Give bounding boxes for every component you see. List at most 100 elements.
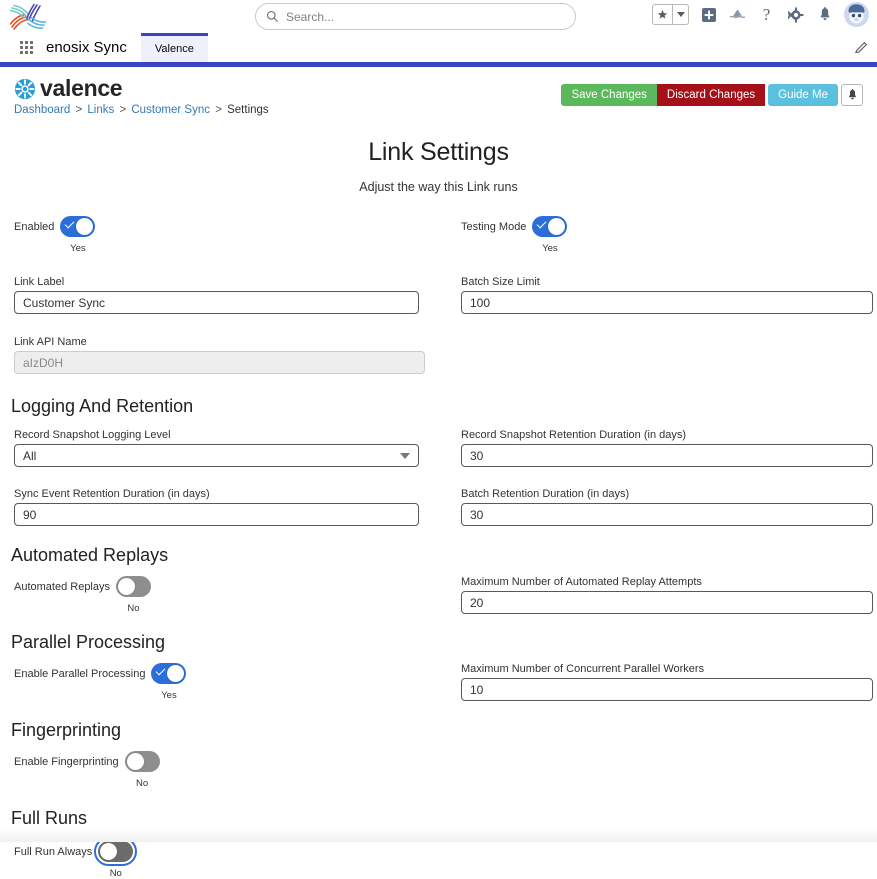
breadcrumb-item-dashboard[interactable]: Dashboard — [14, 104, 70, 116]
link-label-label: Link Label — [14, 276, 65, 288]
parallel-processing-toggle-group: Enable Parallel Processing Yes — [14, 663, 452, 701]
favorites-dropdown-icon[interactable] — [673, 5, 688, 24]
max-workers-input[interactable]: 10 — [461, 678, 873, 701]
automated-replays-state: No — [127, 603, 140, 614]
valence-notifications-button[interactable] — [841, 84, 863, 106]
search-input[interactable]: Search... — [255, 3, 576, 30]
setup-gear-icon[interactable] — [786, 5, 805, 24]
sync-event-retention-input[interactable]: 90 — [14, 503, 419, 526]
breadcrumb-item-links[interactable]: Links — [87, 104, 114, 116]
automated-replays-toggle[interactable] — [116, 576, 151, 597]
breadcrumb-separator: > — [215, 104, 222, 116]
org-logo[interactable] — [4, 2, 50, 32]
guide-me-button[interactable]: Guide Me — [768, 84, 838, 106]
parallel-processing-section-heading: Parallel Processing — [11, 632, 166, 652]
trailhead-icon[interactable] — [728, 5, 747, 24]
link-label-input[interactable]: Customer Sync — [14, 291, 419, 314]
enabled-field-group: Enabled Yes — [14, 216, 452, 254]
batch-size-limit-input[interactable]: 100 — [461, 291, 873, 314]
discard-changes-button[interactable]: Discard Changes — [656, 84, 766, 106]
batch-size-limit-label: Batch Size Limit — [461, 276, 540, 288]
page-title: Link Settings — [368, 138, 509, 166]
full-runs-section-heading: Full Runs — [11, 808, 88, 828]
settings-form: Enabled Yes Testing Mode Yes Link Label … — [0, 216, 877, 879]
record-snapshot-retention-label: Record Snapshot Retention Duration (in d… — [461, 429, 687, 441]
max-replay-attempts-field-group: Maximum Number of Automated Replay Attem… — [452, 576, 877, 614]
testing-mode-toggle[interactable] — [532, 216, 568, 237]
tab-valence[interactable]: Valence — [140, 33, 208, 62]
full-run-always-toggle[interactable] — [98, 841, 134, 862]
breadcrumb-item-customer-sync[interactable]: Customer Sync — [131, 104, 210, 116]
parallel-processing-label: Enable Parallel Processing — [14, 668, 146, 680]
save-changes-button[interactable]: Save Changes — [561, 84, 657, 106]
app-launcher-waffle-icon[interactable] — [15, 33, 37, 62]
pencil-edit-icon — [854, 41, 868, 53]
parallel-processing-toggle[interactable] — [151, 663, 187, 684]
fingerprinting-state: No — [136, 778, 149, 789]
fingerprinting-label: Enable Fingerprinting — [14, 756, 119, 768]
favorites-group[interactable] — [652, 4, 689, 25]
max-workers-field-group: Maximum Number of Concurrent Parallel Wo… — [452, 663, 877, 701]
valence-wordmark: valence — [40, 75, 123, 101]
fingerprinting-section-heading: Fingerprinting — [11, 720, 122, 740]
user-avatar[interactable] — [844, 2, 869, 27]
link-label-field-group: Link Label Customer Sync — [14, 276, 452, 314]
toggle-knob — [126, 753, 144, 770]
record-snapshot-logging-level-label: Record Snapshot Logging Level — [14, 429, 171, 441]
link-api-name-input: aIzD0H — [14, 351, 425, 374]
page-subtitle: Adjust the way this Link runs — [359, 180, 518, 194]
search-placeholder: Search... — [286, 9, 335, 24]
automated-replays-section-heading: Automated Replays — [11, 545, 169, 565]
enabled-state: Yes — [70, 243, 86, 254]
global-header-actions: ? — [652, 2, 869, 27]
full-run-always-label: Full Run Always — [14, 846, 93, 858]
global-search[interactable]: Search... — [255, 3, 576, 30]
sync-event-retention-label: Sync Event Retention Duration (in days) — [14, 488, 210, 500]
full-run-always-toggle-group: Full Run Always No — [14, 837, 452, 879]
enabled-label: Enabled — [14, 221, 55, 233]
parallel-processing-state: Yes — [161, 690, 177, 701]
add-icon[interactable] — [699, 5, 718, 24]
edit-tabs-button[interactable] — [854, 33, 869, 62]
avatar-icon — [844, 2, 869, 27]
full-run-always-state: No — [109, 868, 122, 879]
record-snapshot-logging-level-select[interactable]: All — [14, 444, 419, 467]
help-icon[interactable]: ? — [757, 5, 776, 24]
batch-retention-input[interactable]: 30 — [461, 503, 873, 526]
check-icon — [536, 218, 547, 229]
record-snapshot-retention-input[interactable]: 30 — [461, 444, 873, 467]
max-replay-attempts-input[interactable]: 20 — [461, 591, 873, 614]
batch-size-limit-field-group: Batch Size Limit 100 — [452, 276, 877, 314]
salesforce-global-header: Search... ? — [0, 0, 877, 33]
link-api-name-field-group: Link API Name aIzD0H — [14, 336, 452, 374]
link-api-name-label: Link API Name — [14, 336, 87, 348]
toggle-knob — [76, 218, 94, 235]
pinwheel-logo-icon — [9, 3, 47, 30]
check-icon — [156, 665, 166, 676]
app-name[interactable]: enosix Sync — [46, 33, 141, 62]
chevron-down-icon — [400, 452, 410, 459]
testing-mode-state: Yes — [542, 243, 558, 254]
favorites-star-icon[interactable] — [653, 5, 672, 24]
breadcrumb-separator: > — [119, 104, 127, 116]
tab-valence-label: Valence — [154, 43, 194, 55]
check-icon — [64, 218, 75, 229]
notification-bell-icon — [848, 89, 856, 100]
max-workers-label: Maximum Number of Concurrent Parallel Wo… — [461, 663, 705, 675]
page-footer-strip — [0, 828, 877, 842]
testing-mode-field-group: Testing Mode Yes — [452, 216, 877, 254]
notifications-bell-icon[interactable] — [815, 5, 834, 24]
valence-action-buttons: Save Changes Discard Changes Guide Me — [561, 84, 863, 106]
record-snapshot-logging-level-value: All — [23, 448, 37, 463]
automated-replays-toggle-group: Automated Replays No — [14, 576, 452, 614]
valence-flower-icon — [14, 78, 36, 99]
toggle-knob — [548, 218, 566, 235]
enabled-toggle[interactable] — [60, 216, 96, 237]
toggle-knob — [100, 843, 118, 860]
testing-mode-label: Testing Mode — [461, 221, 527, 233]
fingerprinting-toggle[interactable] — [124, 751, 160, 772]
max-replay-attempts-label: Maximum Number of Automated Replay Attem… — [461, 576, 702, 588]
record-snapshot-retention-field-group: Record Snapshot Retention Duration (in d… — [452, 429, 877, 467]
batch-retention-label: Batch Retention Duration (in days) — [461, 488, 630, 500]
automated-replays-label: Automated Replays — [14, 581, 110, 593]
